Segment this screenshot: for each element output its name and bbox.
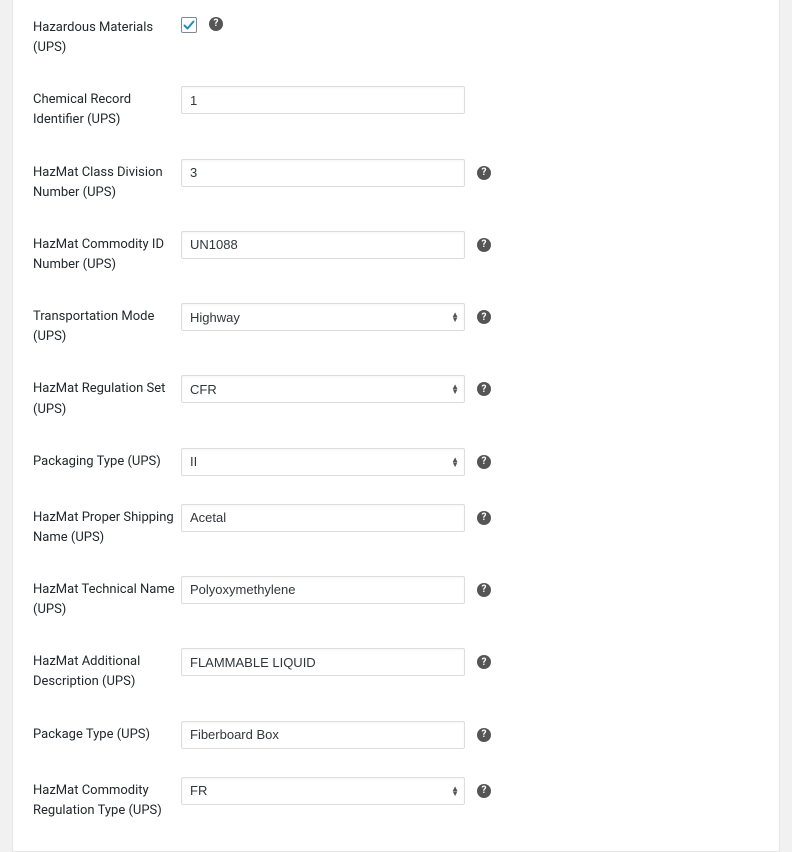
help-icon[interactable]: ? <box>477 655 491 669</box>
help-icon[interactable]: ? <box>477 166 491 180</box>
field-chemical-record-identifier: Chemical Record Identifier (UPS) <box>33 86 763 130</box>
class-division-number-input[interactable] <box>181 159 465 187</box>
chemical-record-identifier-input[interactable] <box>181 86 465 114</box>
label-proper-shipping-name: HazMat Proper Shipping Name (UPS) <box>33 504 181 548</box>
field-hazardous-materials: Hazardous Materials (UPS) ? <box>33 14 763 58</box>
help-icon[interactable]: ? <box>477 382 491 396</box>
field-packaging-type: Packaging Type (UPS) II ▲▼ ? <box>33 448 763 476</box>
label-package-type: Package Type (UPS) <box>33 721 181 745</box>
field-transportation-mode: Transportation Mode (UPS) Highway ▲▼ ? <box>33 303 763 347</box>
help-icon[interactable]: ? <box>477 455 491 469</box>
additional-description-input[interactable] <box>181 648 465 676</box>
label-technical-name: HazMat Technical Name (UPS) <box>33 576 181 620</box>
hazardous-materials-checkbox[interactable] <box>181 17 197 33</box>
field-additional-description: HazMat Additional Description (UPS) ? <box>33 648 763 692</box>
field-commodity-regulation-type: HazMat Commodity Regulation Type (UPS) F… <box>33 777 763 821</box>
label-hazardous-materials: Hazardous Materials (UPS) <box>33 14 181 58</box>
label-additional-description: HazMat Additional Description (UPS) <box>33 648 181 692</box>
commodity-id-number-input[interactable] <box>181 231 465 259</box>
field-proper-shipping-name: HazMat Proper Shipping Name (UPS) ? <box>33 504 763 548</box>
help-icon[interactable]: ? <box>477 728 491 742</box>
field-class-division-number: HazMat Class Division Number (UPS) ? <box>33 159 763 203</box>
help-icon[interactable]: ? <box>477 511 491 525</box>
help-icon[interactable]: ? <box>477 784 491 798</box>
help-icon[interactable]: ? <box>209 17 223 31</box>
package-type-input[interactable] <box>181 721 465 749</box>
proper-shipping-name-input[interactable] <box>181 504 465 532</box>
field-package-type: Package Type (UPS) ? <box>33 721 763 749</box>
label-transportation-mode: Transportation Mode (UPS) <box>33 303 181 347</box>
label-regulation-set: HazMat Regulation Set (UPS) <box>33 375 181 419</box>
check-icon <box>183 19 195 31</box>
packaging-type-select[interactable]: II <box>181 448 465 476</box>
label-commodity-id-number: HazMat Commodity ID Number (UPS) <box>33 231 181 275</box>
commodity-regulation-type-select[interactable]: FR <box>181 777 465 805</box>
label-class-division-number: HazMat Class Division Number (UPS) <box>33 159 181 203</box>
field-commodity-id-number: HazMat Commodity ID Number (UPS) ? <box>33 231 763 275</box>
field-technical-name: HazMat Technical Name (UPS) ? <box>33 576 763 620</box>
help-icon[interactable]: ? <box>477 583 491 597</box>
label-commodity-regulation-type: HazMat Commodity Regulation Type (UPS) <box>33 777 181 821</box>
help-icon[interactable]: ? <box>477 310 491 324</box>
hazmat-settings-panel: Hazardous Materials (UPS) ? Chemical Rec… <box>12 0 780 852</box>
field-regulation-set: HazMat Regulation Set (UPS) CFR ▲▼ ? <box>33 375 763 419</box>
label-packaging-type: Packaging Type (UPS) <box>33 448 181 472</box>
label-chemical-record-identifier: Chemical Record Identifier (UPS) <box>33 86 181 130</box>
transportation-mode-select[interactable]: Highway <box>181 303 465 331</box>
technical-name-input[interactable] <box>181 576 465 604</box>
regulation-set-select[interactable]: CFR <box>181 375 465 403</box>
help-icon[interactable]: ? <box>477 238 491 252</box>
